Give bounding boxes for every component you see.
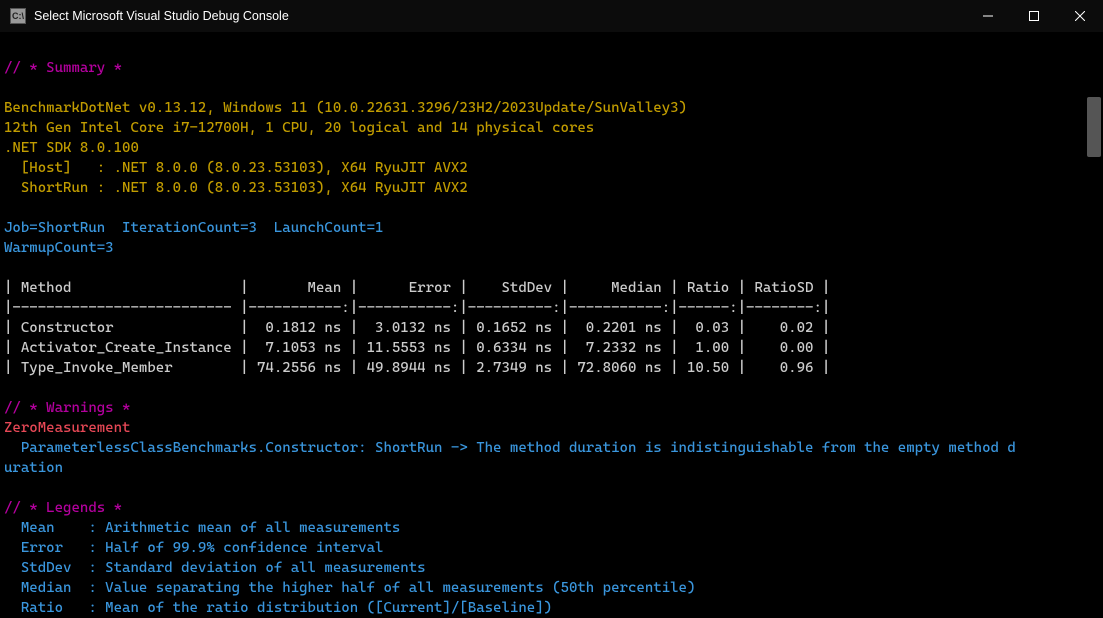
maximize-icon — [1029, 11, 1039, 21]
table-row: | Constructor | 0.1812 ns | 3.0132 ns | … — [4, 320, 830, 336]
legend-line: StdDev : Standard deviation of all measu… — [4, 560, 426, 576]
minimize-icon — [983, 11, 993, 21]
table-divider: |-------------------------- |-----------… — [4, 300, 830, 316]
console-output: // * Summary * BenchmarkDotNet v0.13.12,… — [0, 32, 1103, 618]
warnings-sub: ZeroMeasurement — [4, 420, 130, 436]
table-row: | Type_Invoke_Member | 74.2556 ns | 49.8… — [4, 360, 830, 376]
minimize-button[interactable] — [965, 0, 1011, 32]
legend-line: Error : Half of 99.9% confidence interva… — [4, 540, 383, 556]
vertical-scrollbar[interactable] — [1087, 97, 1101, 157]
summary-header: // * Summary * — [4, 60, 122, 76]
env-line: 12th Gen Intel Core i7-12700H, 1 CPU, 20… — [4, 120, 594, 136]
job-line: Job=ShortRun IterationCount=3 LaunchCoun… — [4, 220, 383, 236]
app-icon: C:\ — [10, 8, 26, 24]
close-icon — [1075, 11, 1085, 21]
warnings-body: ParameterlessClassBenchmarks.Constructor… — [4, 440, 1016, 456]
warnings-body: uration — [4, 460, 63, 476]
env-line: [Host] : .NET 8.0.0 (8.0.23.53103), X64 … — [4, 160, 468, 176]
close-button[interactable] — [1057, 0, 1103, 32]
env-line: .NET SDK 8.0.100 — [4, 140, 139, 156]
maximize-button[interactable] — [1011, 0, 1057, 32]
legend-line: Mean : Arithmetic mean of all measuremen… — [4, 520, 400, 536]
table-header: | Method | Mean | Error | StdDev | Media… — [4, 280, 830, 296]
env-line: BenchmarkDotNet v0.13.12, Windows 11 (10… — [4, 100, 687, 116]
env-line: ShortRun : .NET 8.0.0 (8.0.23.53103), X6… — [4, 180, 468, 196]
window-title: Select Microsoft Visual Studio Debug Con… — [34, 6, 289, 26]
table-row: | Activator_Create_Instance | 7.1053 ns … — [4, 340, 830, 356]
legend-line: Median : Value separating the higher hal… — [4, 580, 695, 596]
window-titlebar: C:\ Select Microsoft Visual Studio Debug… — [0, 0, 1103, 32]
legends-header: // * Legends * — [4, 500, 122, 516]
legend-line: Ratio : Mean of the ratio distribution (… — [4, 600, 552, 616]
warnings-header: // * Warnings * — [4, 400, 130, 416]
job-line: WarmupCount=3 — [4, 240, 114, 256]
